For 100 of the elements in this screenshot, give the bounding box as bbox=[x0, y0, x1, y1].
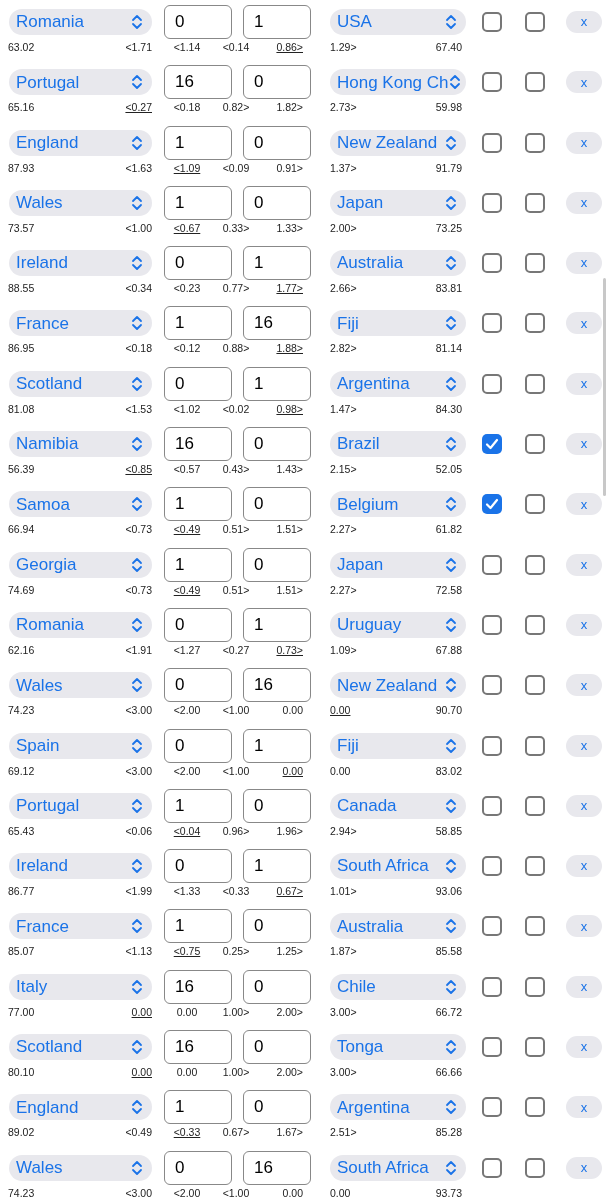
team-select[interactable]: Fiji bbox=[330, 310, 466, 337]
checkbox[interactable] bbox=[525, 554, 545, 575]
checkbox[interactable] bbox=[525, 1097, 545, 1118]
checkbox[interactable] bbox=[482, 614, 502, 635]
team-select[interactable]: Australia bbox=[330, 913, 466, 940]
remove-button[interactable]: x bbox=[566, 553, 602, 576]
checkbox[interactable] bbox=[482, 434, 502, 455]
remove-button[interactable]: x bbox=[566, 71, 602, 94]
score-input[interactable]: 1 bbox=[164, 909, 232, 944]
score-input[interactable]: 0 bbox=[164, 728, 232, 763]
remove-button[interactable]: x bbox=[566, 734, 602, 757]
remove-button[interactable]: x bbox=[566, 613, 602, 636]
team-select[interactable]: Samoa bbox=[9, 491, 152, 518]
remove-button[interactable]: x bbox=[566, 1156, 602, 1179]
checkbox[interactable] bbox=[482, 373, 502, 394]
team-select[interactable]: Australia bbox=[330, 250, 466, 277]
checkbox[interactable] bbox=[482, 1097, 502, 1118]
checkbox[interactable] bbox=[482, 132, 502, 153]
team-select[interactable]: England bbox=[9, 1094, 152, 1121]
checkbox[interactable] bbox=[525, 313, 545, 334]
team-select[interactable]: Spain bbox=[9, 732, 152, 759]
score-input[interactable]: 0 bbox=[243, 1090, 311, 1125]
team-select[interactable]: Romania bbox=[9, 611, 152, 638]
score-input[interactable]: 16 bbox=[164, 65, 232, 100]
checkbox[interactable] bbox=[525, 132, 545, 153]
checkbox[interactable] bbox=[482, 976, 502, 997]
team-select[interactable]: Italy bbox=[9, 973, 152, 1000]
checkbox[interactable] bbox=[482, 313, 502, 334]
score-input[interactable]: 1 bbox=[243, 607, 311, 642]
score-input[interactable]: 1 bbox=[164, 185, 232, 220]
checkbox[interactable] bbox=[482, 1037, 502, 1058]
score-input[interactable]: 1 bbox=[243, 849, 311, 884]
team-select[interactable]: Tonga bbox=[330, 1034, 466, 1061]
score-input[interactable]: 1 bbox=[164, 547, 232, 582]
team-select[interactable]: Wales bbox=[9, 672, 152, 699]
team-select[interactable]: Georgia bbox=[9, 551, 152, 578]
team-select[interactable]: Argentina bbox=[330, 370, 466, 397]
checkbox[interactable] bbox=[482, 72, 502, 93]
team-select[interactable]: Romania bbox=[9, 9, 152, 35]
checkbox[interactable] bbox=[525, 373, 545, 394]
team-select[interactable]: Ireland bbox=[9, 250, 152, 277]
checkbox[interactable] bbox=[525, 976, 545, 997]
team-select[interactable]: South Africa bbox=[330, 853, 466, 880]
team-select[interactable]: Scotland bbox=[9, 370, 152, 397]
team-select[interactable]: Scotland bbox=[9, 1034, 152, 1061]
checkbox[interactable] bbox=[482, 494, 502, 515]
score-input[interactable]: 1 bbox=[243, 5, 311, 39]
team-select[interactable]: USA bbox=[330, 9, 466, 35]
checkbox[interactable] bbox=[482, 12, 502, 32]
team-select[interactable]: New Zealand bbox=[330, 129, 466, 156]
remove-button[interactable]: x bbox=[566, 1096, 602, 1119]
score-input[interactable]: 0 bbox=[243, 788, 311, 823]
team-select[interactable]: Japan bbox=[330, 189, 466, 216]
checkbox[interactable] bbox=[525, 192, 545, 213]
remove-button[interactable]: x bbox=[566, 11, 602, 33]
team-select[interactable]: Brazil bbox=[330, 431, 466, 458]
score-input[interactable]: 16 bbox=[164, 969, 232, 1004]
team-select[interactable]: England bbox=[9, 129, 152, 156]
score-input[interactable]: 1 bbox=[243, 246, 311, 281]
checkbox[interactable] bbox=[525, 72, 545, 93]
score-input[interactable]: 0 bbox=[243, 65, 311, 100]
checkbox[interactable] bbox=[525, 1157, 545, 1178]
score-input[interactable]: 1 bbox=[164, 125, 232, 160]
checkbox[interactable] bbox=[482, 795, 502, 816]
score-input[interactable]: 1 bbox=[164, 306, 232, 341]
score-input[interactable]: 0 bbox=[243, 1030, 311, 1065]
score-input[interactable]: 0 bbox=[164, 246, 232, 281]
team-select[interactable]: Chile bbox=[330, 973, 466, 1000]
checkbox[interactable] bbox=[525, 614, 545, 635]
team-select[interactable]: Ireland bbox=[9, 853, 152, 880]
remove-button[interactable]: x bbox=[566, 433, 602, 456]
score-input[interactable]: 0 bbox=[164, 668, 232, 703]
score-input[interactable]: 1 bbox=[164, 487, 232, 522]
checkbox[interactable] bbox=[482, 253, 502, 274]
checkbox[interactable] bbox=[482, 735, 502, 756]
score-input[interactable]: 0 bbox=[164, 1150, 232, 1185]
score-input[interactable]: 0 bbox=[243, 185, 311, 220]
team-select[interactable]: Wales bbox=[9, 1154, 152, 1181]
checkbox[interactable] bbox=[482, 192, 502, 213]
checkbox[interactable] bbox=[525, 494, 545, 515]
remove-button[interactable]: x bbox=[566, 131, 602, 154]
score-input[interactable]: 1 bbox=[164, 1090, 232, 1125]
score-input[interactable]: 0 bbox=[243, 427, 311, 462]
score-input[interactable]: 1 bbox=[243, 728, 311, 763]
checkbox[interactable] bbox=[525, 12, 545, 32]
team-select[interactable]: Fiji bbox=[330, 732, 466, 759]
remove-button[interactable]: x bbox=[566, 372, 602, 395]
team-select[interactable]: Uruguay bbox=[330, 611, 466, 638]
checkbox[interactable] bbox=[525, 795, 545, 816]
checkbox[interactable] bbox=[525, 253, 545, 274]
team-select[interactable]: New Zealand bbox=[330, 672, 466, 699]
team-select[interactable]: Portugal bbox=[9, 792, 152, 819]
checkbox[interactable] bbox=[482, 554, 502, 575]
score-input[interactable]: 1 bbox=[243, 366, 311, 401]
score-input[interactable]: 16 bbox=[243, 1150, 311, 1185]
score-input[interactable]: 0 bbox=[164, 607, 232, 642]
checkbox[interactable] bbox=[525, 434, 545, 455]
score-input[interactable]: 16 bbox=[243, 668, 311, 703]
checkbox[interactable] bbox=[482, 1157, 502, 1178]
score-input[interactable]: 1 bbox=[164, 788, 232, 823]
